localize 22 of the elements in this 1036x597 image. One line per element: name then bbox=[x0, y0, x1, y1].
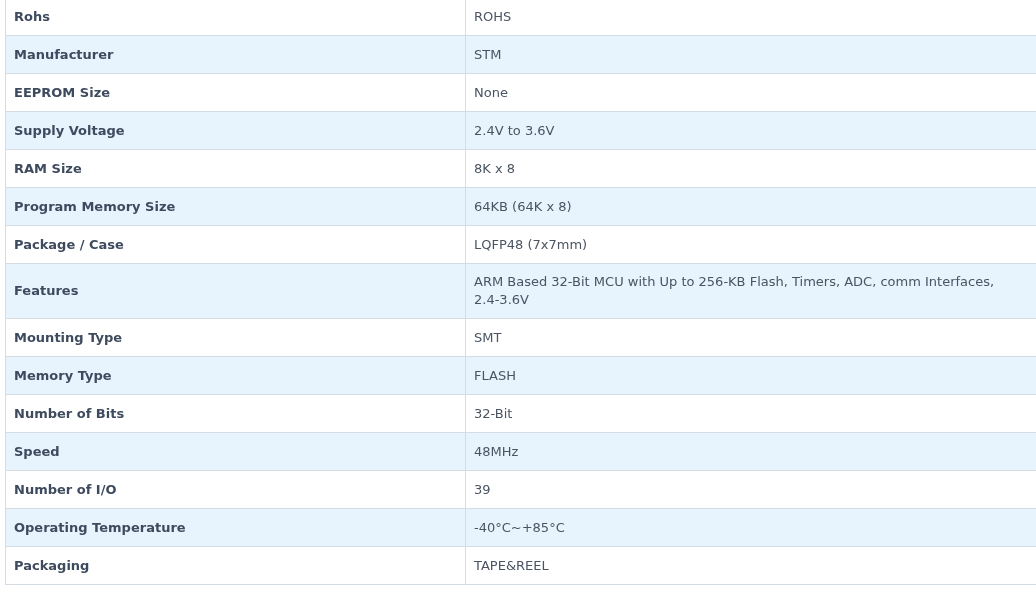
spec-label: Program Memory Size bbox=[5, 187, 466, 226]
spec-label: Features bbox=[5, 263, 466, 319]
spec-label: Package / Case bbox=[5, 225, 466, 264]
spec-value: -40°C~+85°C bbox=[465, 508, 1036, 547]
spec-value: 48MHz bbox=[465, 432, 1036, 471]
spec-value: ARM Based 32-Bit MCU with Up to 256-KB Flash, Timers, ADC, comm Interfaces, 2.4-3.6V bbox=[465, 263, 1036, 319]
spec-label: Number of I/O bbox=[5, 470, 466, 509]
spec-label: EEPROM Size bbox=[5, 73, 466, 112]
spec-label: RAM Size bbox=[5, 149, 466, 188]
spec-label: Rohs bbox=[5, 0, 466, 36]
spec-value: 64KB (64K x 8) bbox=[465, 187, 1036, 226]
spec-label: Number of Bits bbox=[5, 394, 466, 433]
spec-label: Memory Type bbox=[5, 356, 466, 395]
spec-value: FLASH bbox=[465, 356, 1036, 395]
spec-label: Mounting Type bbox=[5, 318, 466, 357]
spec-value: STM bbox=[465, 35, 1036, 74]
spec-label: Packaging bbox=[5, 546, 466, 585]
spec-label: Speed bbox=[5, 432, 466, 471]
spec-label: Operating Temperature bbox=[5, 508, 466, 547]
spec-value: 2.4V to 3.6V bbox=[465, 111, 1036, 150]
spec-label: Supply Voltage bbox=[5, 111, 466, 150]
spec-label: Manufacturer bbox=[5, 35, 466, 74]
